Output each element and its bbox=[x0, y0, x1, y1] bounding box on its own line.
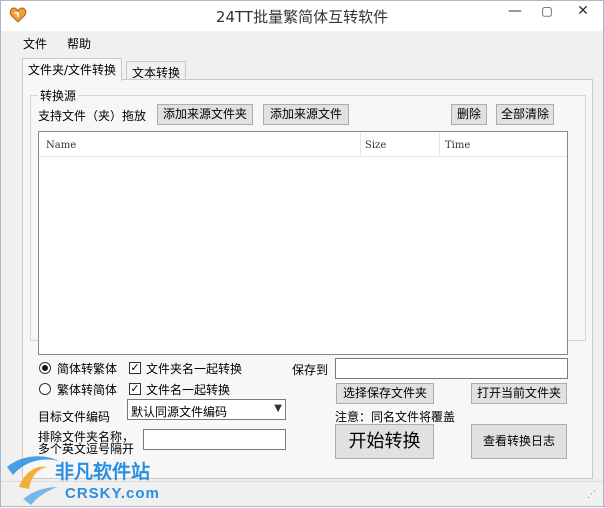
close-button[interactable]: ✕ bbox=[567, 1, 599, 23]
watermark-name: 非凡软件站 bbox=[55, 461, 151, 483]
checkbox-convert-file-names[interactable]: ✓ bbox=[129, 383, 141, 395]
menu-file[interactable]: 文件 bbox=[23, 35, 47, 52]
convert-folder-names-label: 文件夹名一起转换 bbox=[146, 362, 243, 376]
view-log-button[interactable]: 查看转换日志 bbox=[471, 424, 567, 459]
list-header: Name Size Time bbox=[39, 132, 567, 157]
target-encoding-value: 默认同源文件编码 bbox=[131, 405, 228, 419]
add-source-folder-button[interactable]: 添加来源文件夹 bbox=[157, 104, 253, 125]
clear-all-button[interactable]: 全部清除 bbox=[496, 104, 554, 125]
tab-text-convert[interactable]: 文本转换 bbox=[126, 61, 187, 81]
open-current-folder-button[interactable]: 打开当前文件夹 bbox=[471, 383, 567, 404]
app-window: 24TT批量繁简体互转软件 — ▢ ✕ 文件 帮助 文件夹/文件转换 文本转换 … bbox=[0, 0, 604, 507]
watermark-logo: 非凡软件站 CRSKY.com bbox=[1, 447, 171, 508]
watermark-domain: CRSKY.com bbox=[65, 485, 160, 502]
add-source-file-button[interactable]: 添加来源文件 bbox=[263, 104, 349, 125]
column-size[interactable]: Size bbox=[365, 140, 386, 151]
convert-file-names-label: 文件名一起转换 bbox=[146, 383, 231, 397]
source-group-label: 转换源 bbox=[38, 87, 79, 104]
column-name[interactable]: Name bbox=[46, 140, 76, 151]
checkbox-convert-folder-names[interactable]: ✓ bbox=[129, 362, 141, 374]
start-convert-button[interactable]: 开始转换 bbox=[335, 424, 434, 459]
column-time[interactable]: Time bbox=[445, 140, 470, 151]
simplified-to-traditional-label: 简体转繁体 bbox=[57, 362, 118, 376]
menu-bar: 文件 帮助 bbox=[1, 31, 603, 53]
delete-button[interactable]: 删除 bbox=[451, 104, 487, 125]
target-encoding-select[interactable]: 默认同源文件编码 ▼ bbox=[127, 399, 286, 420]
choose-save-folder-button[interactable]: 选择保存文件夹 bbox=[336, 383, 434, 404]
watermark-emblem-icon bbox=[7, 456, 59, 505]
column-separator[interactable] bbox=[360, 132, 361, 157]
title-bar: 24TT批量繁简体互转软件 — ▢ ✕ bbox=[1, 1, 603, 31]
target-encoding-label: 目标文件编码 bbox=[38, 410, 111, 424]
radio-traditional-to-simplified[interactable] bbox=[39, 383, 51, 395]
save-to-label: 保存到 bbox=[292, 363, 329, 377]
minimize-button[interactable]: — bbox=[499, 1, 531, 23]
tab-folder-file-convert[interactable]: 文件夹/文件转换 bbox=[22, 58, 123, 81]
save-path-input[interactable] bbox=[335, 358, 568, 379]
maximize-button[interactable]: ▢ bbox=[531, 1, 563, 23]
resize-grip-icon[interactable]: ⋰ bbox=[587, 490, 597, 500]
column-separator[interactable] bbox=[439, 132, 440, 157]
drag-hint-label: 支持文件（夹）拖放 bbox=[38, 109, 147, 123]
source-file-list[interactable]: Name Size Time bbox=[38, 131, 568, 355]
overwrite-note: 注意：同名文件将覆盖 bbox=[335, 410, 456, 424]
traditional-to-simplified-label: 繁体转简体 bbox=[57, 383, 118, 397]
menu-help[interactable]: 帮助 bbox=[67, 35, 91, 52]
radio-simplified-to-traditional[interactable] bbox=[39, 362, 51, 374]
chevron-down-icon[interactable]: ▼ bbox=[274, 403, 282, 414]
